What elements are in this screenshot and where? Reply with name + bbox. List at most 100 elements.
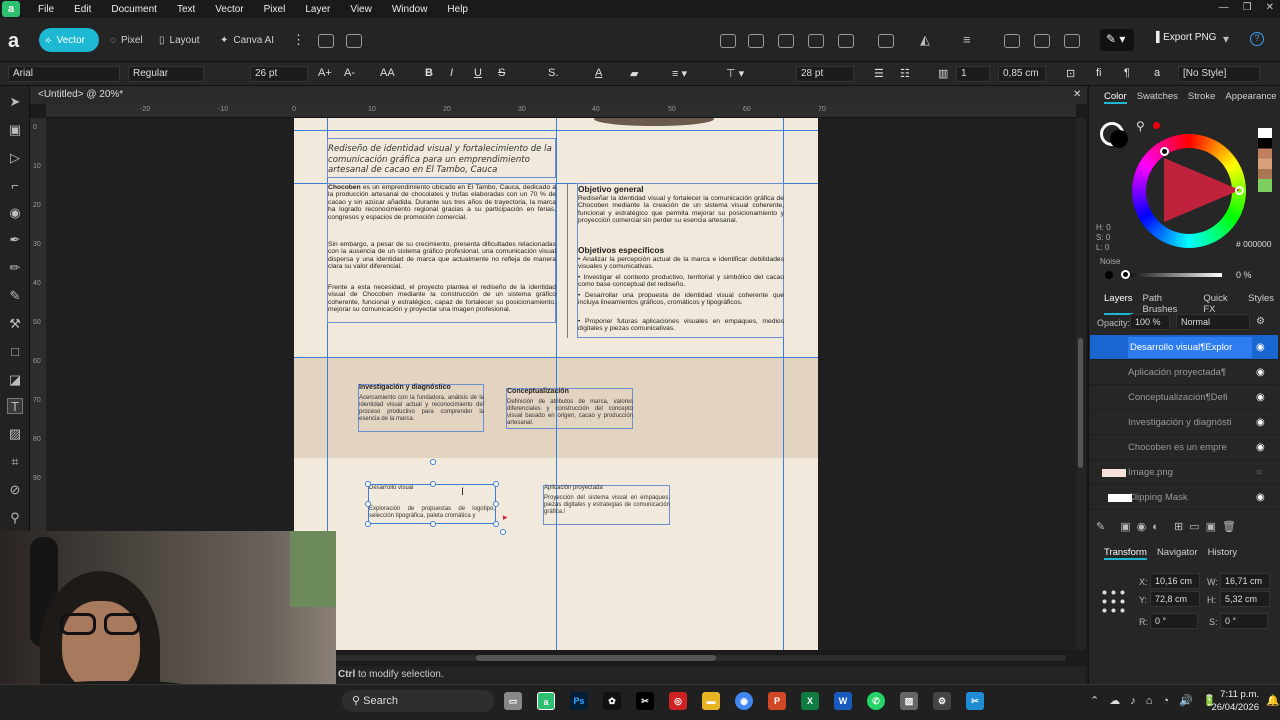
menu-edit[interactable]: Edit	[64, 4, 101, 15]
word-app-icon[interactable]: W	[834, 692, 852, 710]
ligatures-icon[interactable]: fi	[1096, 67, 1102, 79]
export-png-button[interactable]: ▌Export PNG	[1156, 32, 1216, 43]
tab-stroke[interactable]: Stroke	[1188, 91, 1215, 104]
menu-vector[interactable]: Vector	[205, 4, 253, 15]
anchor-point-icon[interactable]	[1100, 588, 1126, 614]
corner-tool-icon[interactable]: ⌐	[7, 178, 23, 194]
blend-mode-select[interactable]: Normal	[1176, 314, 1250, 330]
export-dropdown-icon[interactable]: ▾	[1223, 32, 1229, 46]
menu-view[interactable]: View	[340, 4, 382, 15]
persona-pixel[interactable]: ◌ Pixel	[104, 28, 149, 52]
close-doc-icon[interactable]: ✕	[1073, 89, 1081, 100]
tab-transform[interactable]: Transform	[1104, 547, 1147, 560]
selection-handle[interactable]	[365, 521, 371, 527]
document-tab[interactable]: <Untitled> @ 20%*	[30, 86, 1087, 104]
menu-layer[interactable]: Layer	[295, 4, 340, 15]
all-caps-icon[interactable]: AA	[380, 67, 395, 79]
place-image-icon[interactable]	[318, 34, 334, 48]
boolean-add-icon[interactable]	[748, 34, 764, 48]
notifications-icon[interactable]: 🔔	[1266, 694, 1280, 707]
file-explorer-icon[interactable]: ▬	[702, 692, 720, 710]
visibility-eye-icon[interactable]: ◉	[1256, 342, 1265, 353]
menu-document[interactable]: Document	[101, 4, 167, 15]
menu-text[interactable]: Text	[167, 4, 205, 15]
overflow-icon[interactable]: ▸	[503, 512, 508, 523]
opacity-field[interactable]: 100 %	[1130, 314, 1170, 330]
layer-row[interactable]: Chocoben es un empre ◉	[1090, 435, 1278, 460]
clock[interactable]: 7:11 p.m. 26/04/2026	[1205, 688, 1259, 714]
link-icon[interactable]	[1034, 34, 1050, 48]
tab-styles[interactable]: Styles	[1248, 293, 1274, 315]
tab-color[interactable]: Color	[1104, 91, 1127, 104]
paragraph-style-select[interactable]: [No Style]	[1178, 66, 1260, 82]
pencil-tool-icon[interactable]: ✏	[7, 260, 23, 276]
transform-icon[interactable]	[878, 34, 894, 48]
text-color-icon[interactable]: A	[595, 67, 602, 79]
figma-app-icon[interactable]: ✿	[603, 692, 621, 710]
fill-color-swatch[interactable]	[1110, 130, 1128, 148]
minimize-icon[interactable]: —	[1219, 2, 1229, 13]
layer-row[interactable]: Aplicación proyectada¶ ◉	[1090, 360, 1278, 385]
layer-row[interactable]: Investigación y diagnósti ◉	[1090, 410, 1278, 435]
font-style-select[interactable]: Regular	[128, 66, 204, 82]
paragraph-align-icon[interactable]: ≡ ▾	[672, 67, 687, 80]
opera-app-icon[interactable]: ◎	[669, 692, 687, 710]
y-field[interactable]: 72,8 cm	[1150, 591, 1200, 607]
photos-app-icon[interactable]: ▨	[900, 692, 918, 710]
artboard-tool-icon[interactable]: ▣	[7, 122, 23, 138]
tab-navigator[interactable]: Navigator	[1157, 547, 1198, 560]
rotation-field[interactable]: 0 °	[1150, 613, 1198, 629]
app-switcher-icon[interactable]: a	[8, 30, 19, 53]
bold-icon[interactable]: B	[425, 67, 433, 79]
snipping-app-icon[interactable]: ✂	[966, 692, 984, 710]
recent-swatches[interactable]	[1258, 128, 1272, 192]
width-field[interactable]: 16,71 cm	[1220, 573, 1270, 589]
layer-row-selected[interactable]: Desarrollo visual¶Explor ◉	[1090, 335, 1278, 360]
persona-canva-ai[interactable]: ✦ Canva AI	[214, 28, 280, 52]
x-field[interactable]: 10,16 cm	[1150, 573, 1200, 589]
menu-file[interactable]: File	[28, 4, 64, 15]
color-picker-handle[interactable]	[1160, 147, 1169, 156]
move-tool-icon[interactable]: ➤	[7, 94, 23, 110]
persona-layout[interactable]: ▯ Layout	[153, 28, 206, 52]
whatsapp-app-icon[interactable]: ✆	[867, 692, 885, 710]
capcut-app-icon[interactable]: ✂	[636, 692, 654, 710]
scroll-thumb[interactable]	[1078, 338, 1083, 468]
font-size-field[interactable]: 26 pt	[250, 66, 308, 82]
help-icon[interactable]: ?	[1250, 32, 1264, 46]
boolean-xor-icon[interactable]	[838, 34, 854, 48]
color-triangle[interactable]	[1164, 158, 1240, 222]
noise-slider-handle[interactable]	[1121, 270, 1130, 279]
layer-settings-icon[interactable]: ⚙	[1256, 316, 1265, 327]
visibility-eye-icon[interactable]: ○	[1256, 467, 1262, 478]
taskbar-search[interactable]: ⚲ Search	[342, 690, 494, 712]
crop-icon[interactable]	[1064, 34, 1080, 48]
tab-appearance[interactable]: Appearance	[1225, 91, 1276, 104]
persona-vector[interactable]: ⟡ Vector	[39, 28, 99, 52]
boolean-intersect-icon[interactable]	[808, 34, 824, 48]
underline-icon[interactable]: U	[474, 67, 482, 79]
tab-layers[interactable]: Layers	[1104, 293, 1133, 315]
pen-mode-icon[interactable]: ✎ ▾	[1100, 29, 1134, 51]
vertical-scrollbar[interactable]	[1076, 118, 1086, 650]
affinity-app-icon[interactable]: a	[537, 692, 555, 710]
powerpoint-app-icon[interactable]: P	[768, 692, 786, 710]
zoom-tool-icon[interactable]: ⚲	[7, 510, 23, 526]
boolean-subtract-icon[interactable]	[778, 34, 794, 48]
transparency-tool-icon[interactable]: ◉	[7, 205, 23, 221]
crop-tool-icon[interactable]: ⌗	[7, 454, 23, 470]
hue-handle[interactable]	[1235, 186, 1244, 195]
increase-size-icon[interactable]: A+	[318, 67, 332, 79]
tab-swatches[interactable]: Swatches	[1137, 91, 1178, 104]
selection-handle[interactable]	[493, 481, 499, 487]
paint-brush-tool-icon[interactable]: ✎	[7, 288, 23, 304]
visibility-eye-icon[interactable]: ◉	[1256, 367, 1265, 378]
snapping-icon[interactable]	[1004, 34, 1020, 48]
visibility-eye-icon[interactable]: ◉	[1256, 492, 1265, 503]
restore-icon[interactable]: ❐	[1243, 2, 1252, 13]
frame-settings-icon[interactable]: ⊡	[1066, 67, 1075, 80]
selection-handle[interactable]	[430, 521, 436, 527]
visibility-eye-icon[interactable]: ◉	[1256, 392, 1265, 403]
layer-row[interactable]: Conceptualización¶Defi ◉	[1090, 385, 1278, 410]
columns-icon[interactable]: ▥	[938, 67, 948, 80]
